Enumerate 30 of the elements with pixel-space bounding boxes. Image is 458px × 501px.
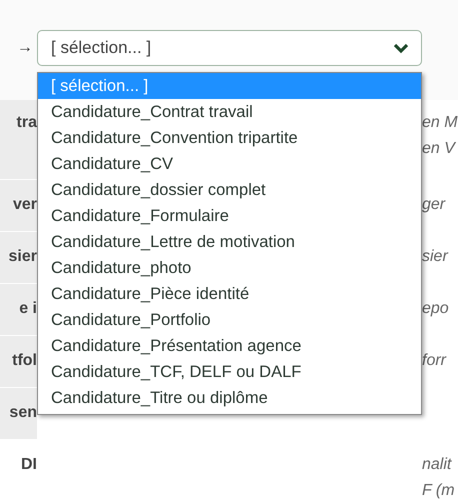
dropdown-option[interactable]: Candidature_Contrat travail xyxy=(38,99,421,125)
chevron-icon xyxy=(393,42,409,54)
dropdown-option[interactable]: Candidature_photo xyxy=(38,255,421,281)
arrow-icon: → xyxy=(0,30,37,65)
dropdown-option[interactable]: Candidature_Titre ou diplôme xyxy=(38,385,421,411)
dropdown-option[interactable]: Candidature_TCF, DELF ou DALF xyxy=(38,359,421,385)
row-label: sier xyxy=(8,248,37,265)
row-label: sen xyxy=(9,404,37,421)
dropdown-option[interactable]: Candidature_CV xyxy=(38,151,421,177)
row-note: epo xyxy=(422,300,450,318)
dropdown-option[interactable]: Candidature_Portfolio xyxy=(38,307,421,333)
row-note: forr xyxy=(422,352,448,370)
row-note: en M xyxy=(422,114,458,132)
row-note: sier xyxy=(422,248,450,266)
row-label: tra xyxy=(16,114,37,131)
row-label: tfol xyxy=(12,352,37,369)
row-label: DI xyxy=(21,456,37,473)
row-label: ver xyxy=(12,196,37,213)
select-field[interactable]: [ sélection... ] xyxy=(37,30,422,66)
row-note: nalit xyxy=(422,456,453,474)
dropdown-option[interactable]: Candidature_Présentation agence xyxy=(38,333,421,359)
dropdown-option[interactable]: Candidature_Formulaire xyxy=(38,203,421,229)
dropdown-option[interactable]: Candidature_Convention tripartite xyxy=(38,125,421,151)
row-label: e i xyxy=(19,300,37,317)
dropdown-option[interactable]: Candidature_dossier complet xyxy=(38,177,421,203)
dropdown-option[interactable]: Candidature_Lettre de motivation xyxy=(38,229,421,255)
row-note: ger xyxy=(422,196,446,214)
row-note: en V xyxy=(422,140,457,158)
row-note: F (m xyxy=(422,482,456,500)
dropdown-option[interactable]: Candidature_Pièce identité xyxy=(38,281,421,307)
